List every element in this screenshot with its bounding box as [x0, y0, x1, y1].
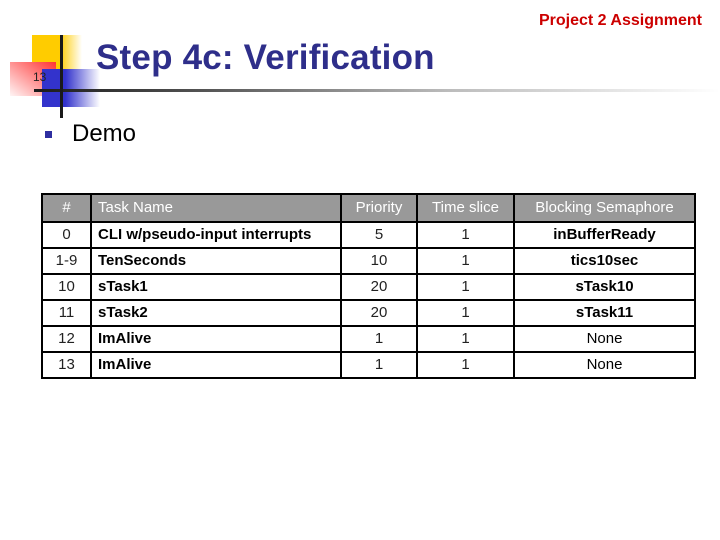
- table-row: 12 ImAlive 1 1 None: [41, 325, 696, 353]
- table-row: 13 ImAlive 1 1 None: [41, 351, 696, 379]
- blue-square-decoration: [42, 69, 100, 107]
- cell-time-slice: 1: [416, 351, 515, 379]
- slide-title: Step 4c: Verification: [96, 38, 435, 77]
- cell-blocking-semaphore: inBufferReady: [513, 221, 696, 249]
- cell-task-name: sTask2: [90, 299, 342, 327]
- column-header-blocking-semaphore: Blocking Semaphore: [513, 193, 696, 223]
- column-header-task-name: Task Name: [90, 193, 342, 223]
- task-table: # Task Name Priority Time slice Blocking…: [41, 193, 696, 379]
- cell-task-name: sTask1: [90, 273, 342, 301]
- column-header-priority: Priority: [340, 193, 418, 223]
- cell-blocking-semaphore: sTask10: [513, 273, 696, 301]
- bullet-text: Demo: [72, 120, 137, 147]
- square-bullet-icon: [45, 130, 52, 138]
- cell-priority: 10: [340, 247, 418, 275]
- cell-time-slice: 1: [416, 273, 515, 301]
- cell-blocking-semaphore: None: [513, 351, 696, 379]
- table-row: 10 sTask1 20 1 sTask10: [41, 273, 696, 301]
- cell-blocking-semaphore: sTask11: [513, 299, 696, 327]
- table-row: 11 sTask2 20 1 sTask11: [41, 299, 696, 327]
- cell-number: 0: [41, 221, 92, 249]
- cell-task-name: CLI w/pseudo-input interrupts: [90, 221, 342, 249]
- cell-blocking-semaphore: None: [513, 325, 696, 353]
- cell-task-name: TenSeconds: [90, 247, 342, 275]
- cell-time-slice: 1: [416, 247, 515, 275]
- cell-number: 11: [41, 299, 92, 327]
- cell-task-name: ImAlive: [90, 325, 342, 353]
- cell-priority: 20: [340, 273, 418, 301]
- cell-number: 13: [41, 351, 92, 379]
- slide-number: 13: [33, 70, 47, 84]
- cell-time-slice: 1: [416, 325, 515, 353]
- cell-priority: 20: [340, 299, 418, 327]
- cell-priority: 1: [340, 325, 418, 353]
- vertical-rule: [60, 35, 63, 118]
- cell-priority: 1: [340, 351, 418, 379]
- horizontal-rule: [34, 89, 720, 92]
- cell-priority: 5: [340, 221, 418, 249]
- cell-blocking-semaphore: tics10sec: [513, 247, 696, 275]
- column-header-time-slice: Time slice: [416, 193, 515, 223]
- cell-time-slice: 1: [416, 221, 515, 249]
- cell-number: 12: [41, 325, 92, 353]
- table-header-row: # Task Name Priority Time slice Blocking…: [41, 193, 696, 223]
- bullet-item: Demo: [45, 120, 136, 148]
- cell-time-slice: 1: [416, 299, 515, 327]
- cell-number: 10: [41, 273, 92, 301]
- column-header-number: #: [41, 193, 92, 223]
- cell-task-name: ImAlive: [90, 351, 342, 379]
- table-row: 0 CLI w/pseudo-input interrupts 5 1 inBuffer…: [41, 221, 696, 249]
- cell-number: 1-9: [41, 247, 92, 275]
- table-row: 1-9 TenSeconds 10 1 tics10sec: [41, 247, 696, 275]
